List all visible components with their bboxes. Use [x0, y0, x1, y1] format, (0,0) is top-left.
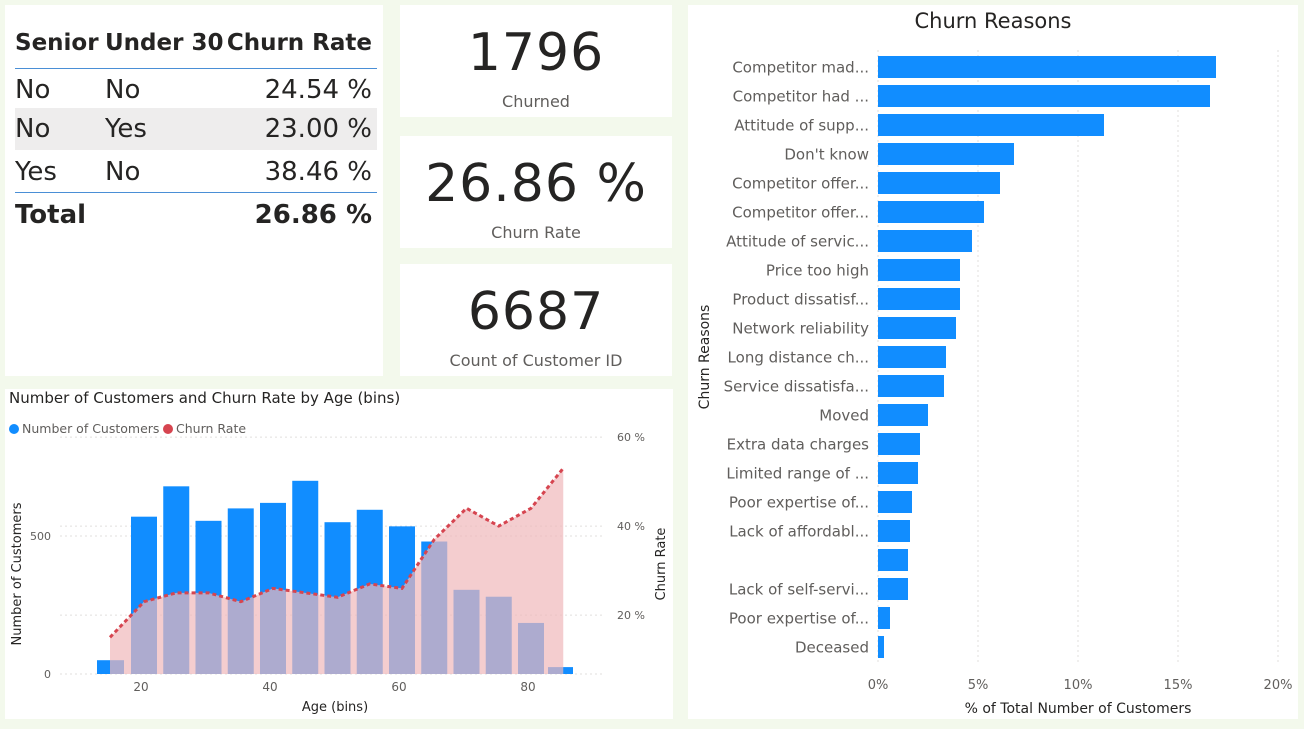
- churn-reason-bar: [878, 520, 910, 542]
- category-label: Price too high: [766, 262, 869, 280]
- churn-reason-bar: [878, 404, 928, 426]
- matrix-cell-senior: No: [15, 75, 51, 105]
- churn-reason-bar: [878, 56, 1216, 78]
- x-tick-label: 60: [391, 680, 406, 694]
- churn-matrix-card: Senior Under 30 Churn Rate No No 24.54 %…: [5, 5, 383, 376]
- matrix-cell-rate: 24.54 %: [264, 75, 372, 105]
- churn-reason-bar: [878, 636, 884, 658]
- churn-reason-bar: [878, 259, 960, 281]
- churn-reason-bar: [878, 172, 1000, 194]
- kpi-card-churn-rate[interactable]: 26.86 % Churn Rate: [400, 136, 672, 248]
- category-label: Competitor offer...: [732, 175, 869, 193]
- matrix-row[interactable]: Yes No 38.46 %: [15, 151, 377, 193]
- churn-reason-bar: [878, 317, 956, 339]
- churn-reason-bar: [878, 491, 912, 513]
- y2-tick-label: 20 %: [617, 609, 645, 622]
- x-tick-label: 0%: [868, 678, 889, 693]
- x-axis-title: % of Total Number of Customers: [965, 701, 1192, 717]
- category-label: Service dissatisfa...: [724, 378, 869, 396]
- churn-reason-bar: [878, 143, 1014, 165]
- x-tick-label: 80: [520, 680, 535, 694]
- y2-axis-title: Churn Rate: [654, 528, 669, 601]
- category-label: Limited range of ...: [726, 465, 869, 483]
- matrix-cell-under30: Yes: [105, 114, 147, 144]
- churn-reason-bar: [878, 114, 1104, 136]
- y2-tick-label: 60 %: [617, 431, 645, 444]
- churn-reason-bar: [878, 375, 944, 397]
- matrix-header: Senior Under 30 Churn Rate: [15, 17, 377, 69]
- kpi-label: Count of Customer ID: [449, 351, 623, 370]
- matrix-total-rate: 26.86 %: [254, 199, 372, 230]
- kpi-card-churned[interactable]: 1796 Churned: [400, 5, 672, 117]
- matrix-total-label: Total: [15, 199, 87, 230]
- x-tick-label: 20: [133, 680, 148, 694]
- category-label: Competitor mad...: [732, 59, 869, 77]
- churn-reason-bar: [878, 549, 908, 571]
- matrix-header-churn-rate[interactable]: Churn Rate: [227, 30, 372, 56]
- kpi-card-customer-count[interactable]: 6687 Count of Customer ID: [400, 264, 672, 376]
- x-axis-title: Age (bins): [302, 700, 368, 715]
- category-label: Lack of self-servi...: [729, 581, 869, 599]
- category-label: Competitor offer...: [732, 204, 869, 222]
- category-label: Poor expertise of...: [729, 610, 869, 628]
- kpi-value: 6687: [467, 282, 605, 342]
- category-label: Long distance ch...: [728, 349, 869, 367]
- churn-reason-bar: [878, 578, 908, 600]
- category-label: Extra data charges: [727, 436, 870, 454]
- matrix-total-row[interactable]: Total 26.86 %: [15, 192, 377, 236]
- matrix-cell-under30: No: [105, 75, 141, 105]
- churn-reason-bar: [878, 230, 972, 252]
- churn-reason-bar: [878, 607, 890, 629]
- kpi-value: 1796: [467, 23, 605, 83]
- category-label: Don't know: [784, 146, 869, 164]
- y-axis-title: Churn Reasons: [697, 305, 713, 410]
- x-tick-label: 40: [262, 680, 277, 694]
- category-label: Poor expertise of...: [729, 494, 869, 512]
- age-combo-chart-card: Number of Customers and Churn Rate by Ag…: [5, 389, 673, 719]
- x-tick-label: 5%: [968, 678, 989, 693]
- matrix-row[interactable]: No No 24.54 %: [15, 69, 377, 111]
- category-label: Competitor had ...: [733, 88, 869, 106]
- churn-reasons-chart[interactable]: Competitor mad... Competitor had ... Attit…: [688, 5, 1298, 719]
- x-tick-label: 20%: [1264, 678, 1293, 693]
- churn-reason-bar: [878, 85, 1210, 107]
- x-tick-label: 10%: [1064, 678, 1093, 693]
- kpi-value: 26.86 %: [425, 154, 647, 214]
- matrix-header-under30[interactable]: Under 30: [105, 30, 223, 56]
- category-label: Network reliability: [732, 320, 869, 338]
- matrix-header-senior[interactable]: Senior: [15, 30, 99, 56]
- y-axis-title: Number of Customers: [10, 502, 25, 645]
- y2-tick-label: 40 %: [617, 520, 645, 533]
- matrix-cell-senior: No: [15, 114, 51, 144]
- churn-reasons-card: Churn Reasons Competitor mad... Competito…: [688, 5, 1298, 719]
- churn-reason-bar: [878, 288, 960, 310]
- category-label: Attitude of supp...: [734, 117, 869, 135]
- age-combo-chart[interactable]: 050020 %40 %60 %20 40 60 80Age (bins)Number…: [5, 389, 673, 719]
- y-tick-label: 0: [44, 668, 51, 681]
- category-label: Moved: [819, 407, 869, 425]
- churn-reason-bar: [878, 462, 918, 484]
- churn-reason-bar: [878, 201, 984, 223]
- category-label: Lack of affordabl...: [729, 523, 869, 541]
- matrix-cell-under30: No: [105, 157, 141, 187]
- churn-reason-bar: [878, 433, 920, 455]
- category-label: Attitude of servic...: [726, 233, 869, 251]
- kpi-label: Churn Rate: [491, 223, 581, 242]
- x-tick-label: 15%: [1164, 678, 1193, 693]
- matrix-cell-senior: Yes: [15, 157, 57, 187]
- y-tick-label: 500: [30, 530, 51, 543]
- matrix-cell-rate: 23.00 %: [264, 114, 372, 144]
- category-label: Product dissatisf...: [732, 291, 869, 309]
- matrix-cell-rate: 38.46 %: [264, 157, 372, 187]
- category-label: Deceased: [795, 639, 869, 657]
- matrix-row[interactable]: No Yes 23.00 %: [15, 108, 377, 150]
- kpi-label: Churned: [502, 92, 570, 111]
- churn-reason-bar: [878, 346, 946, 368]
